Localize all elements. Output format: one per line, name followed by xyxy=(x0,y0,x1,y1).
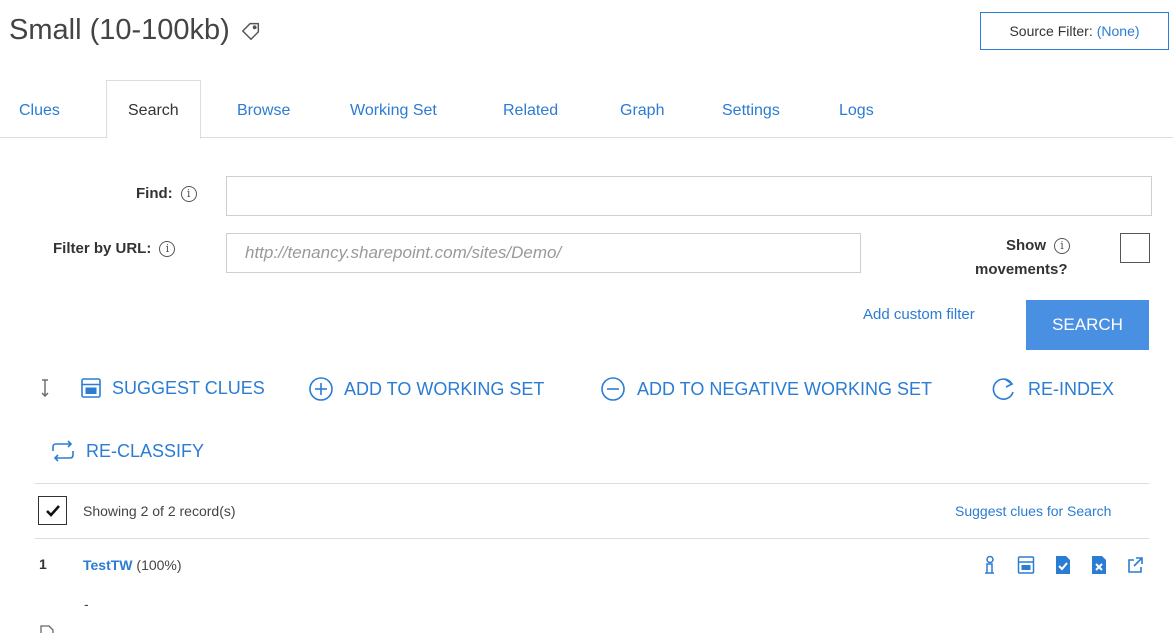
showing-count: Showing 2 of 2 record(s) xyxy=(83,503,236,519)
filter-url-info-icon[interactable]: i xyxy=(159,240,176,257)
filter-url-input[interactable] xyxy=(226,233,861,273)
result-snippet: - xyxy=(84,596,89,612)
divider-results xyxy=(35,538,1149,539)
tab-working-set[interactable]: Working Set xyxy=(350,102,437,120)
source-filter-value: (None) xyxy=(1096,23,1140,39)
info-person-icon[interactable] xyxy=(981,555,999,575)
add-to-negative-working-set-label: ADD TO NEGATIVE WORKING SET xyxy=(637,378,933,399)
tab-settings[interactable]: Settings xyxy=(722,102,780,120)
filter-url-label-text: Filter by URL: xyxy=(53,240,152,257)
tab-search[interactable]: Search xyxy=(106,80,201,139)
tab-related[interactable]: Related xyxy=(503,102,558,120)
sort-down-icon[interactable] xyxy=(39,376,53,400)
table-row: TestTW (100%) xyxy=(83,557,182,573)
filter-url-label: Filter by URL: i xyxy=(53,240,176,257)
tab-logs[interactable]: Logs xyxy=(839,102,874,120)
tab-clues[interactable]: Clues xyxy=(19,102,60,120)
search-button[interactable]: SEARCH xyxy=(1026,300,1149,350)
doc-x-icon[interactable] xyxy=(1090,555,1108,575)
show-movements-label-line1: Show xyxy=(1006,237,1046,254)
source-filter-label: Source Filter: xyxy=(1009,23,1093,39)
page-title-text: Small (10-100kb) xyxy=(9,14,230,46)
re-classify-label: RE-CLASSIFY xyxy=(86,440,205,461)
doc-check-icon[interactable] xyxy=(1054,555,1072,575)
repeat-icon xyxy=(52,440,74,462)
find-input[interactable] xyxy=(226,176,1152,216)
calculator-icon xyxy=(81,378,101,398)
calculator-icon[interactable] xyxy=(1017,555,1035,575)
add-custom-filter-link[interactable]: Add custom filter xyxy=(863,306,975,323)
add-to-negative-working-set-button[interactable]: ADD TO NEGATIVE WORKING SET xyxy=(599,376,932,402)
suggest-clues-for-search-link[interactable]: Suggest clues for Search xyxy=(955,503,1111,519)
suggest-clues-button[interactable]: SUGGEST CLUES xyxy=(80,377,265,399)
tag-icon[interactable] xyxy=(240,20,262,42)
show-movements-info-icon[interactable]: i xyxy=(1054,237,1070,254)
add-to-working-set-label: ADD TO WORKING SET xyxy=(344,378,545,399)
tab-browse[interactable]: Browse xyxy=(237,102,290,120)
result-name-link[interactable]: TestTW xyxy=(83,557,133,573)
tab-graph[interactable]: Graph xyxy=(620,102,664,120)
tab-bar: Clues Search Browse Working Set Related … xyxy=(0,80,1173,139)
result-score: (100%) xyxy=(136,557,182,573)
add-to-working-set-button[interactable]: ADD TO WORKING SET xyxy=(308,376,544,402)
row-index: 1 xyxy=(39,556,47,572)
re-classify-button[interactable]: RE-CLASSIFY xyxy=(50,439,204,463)
find-label: Find: i xyxy=(136,185,197,202)
re-index-label: RE-INDEX xyxy=(1028,378,1115,399)
source-filter-button[interactable]: Source Filter: (None) xyxy=(980,12,1169,50)
plus-circle-icon xyxy=(309,377,333,401)
file-icon xyxy=(40,625,54,633)
find-label-text: Find: xyxy=(136,185,173,202)
page-title: Small (10-100kb) xyxy=(9,14,262,47)
re-index-button[interactable]: RE-INDEX xyxy=(990,375,1114,403)
divider-top xyxy=(35,483,1149,484)
suggest-clues-label: SUGGEST CLUES xyxy=(112,377,265,398)
external-link-icon[interactable] xyxy=(1126,555,1144,575)
show-movements-checkbox[interactable] xyxy=(1120,233,1150,263)
sort-toggle[interactable] xyxy=(39,376,63,400)
refresh-icon xyxy=(992,378,1014,400)
show-movements-label: Show i xyxy=(1006,237,1070,254)
show-movements-label-line2: movements? xyxy=(975,261,1068,278)
find-info-icon[interactable]: i xyxy=(180,185,197,202)
select-all-checkbox[interactable] xyxy=(38,496,67,525)
minus-circle-icon xyxy=(601,377,625,401)
checkmark-icon xyxy=(45,504,60,517)
